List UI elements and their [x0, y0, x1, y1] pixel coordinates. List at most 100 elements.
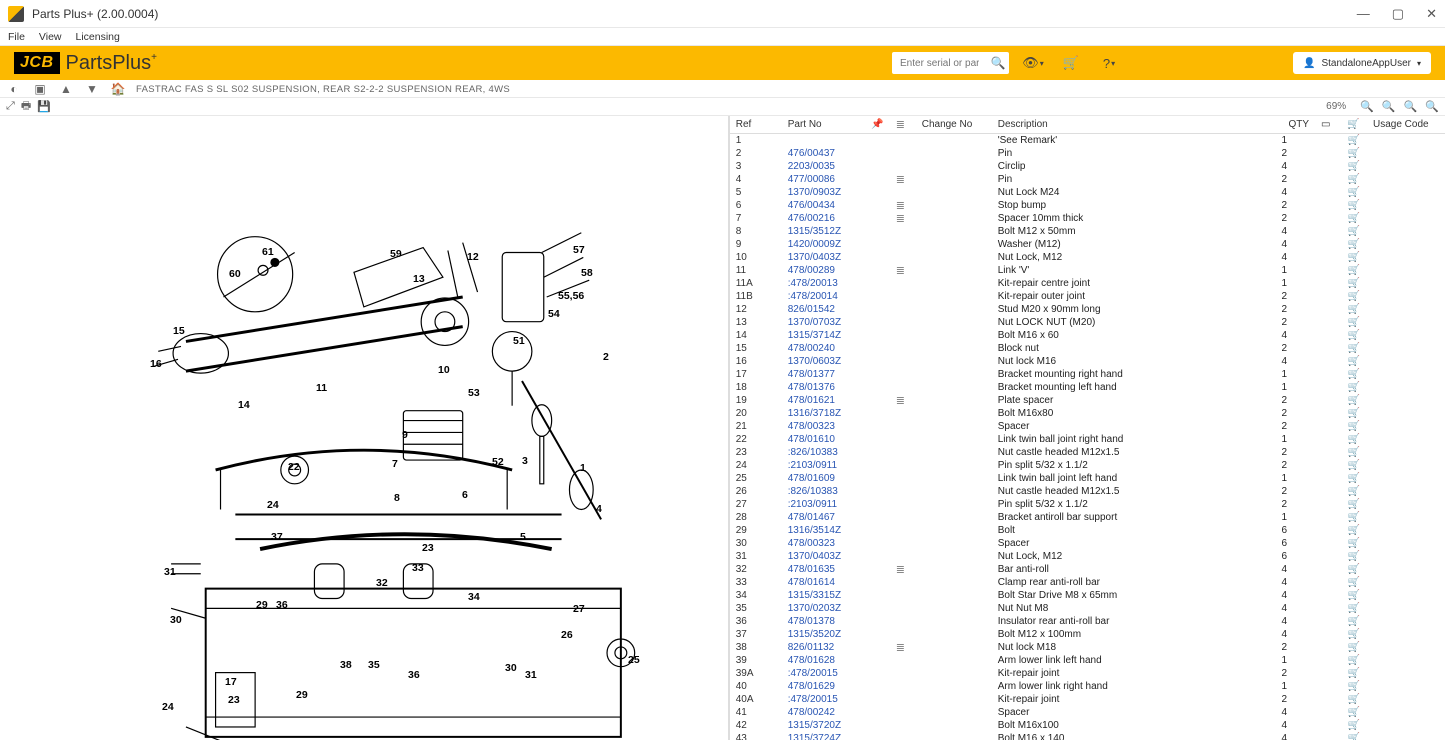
add-to-cart-icon[interactable]: 🛒 [1341, 602, 1367, 615]
table-row[interactable]: 30478/00323Spacer6🛒 [730, 537, 1445, 550]
cell-part[interactable]: :478/20015 [782, 693, 890, 706]
cell-part[interactable] [782, 134, 890, 147]
add-to-cart-icon[interactable]: 🛒 [1341, 329, 1367, 342]
add-to-cart-icon[interactable]: 🛒 [1341, 160, 1367, 173]
add-to-cart-icon[interactable]: 🛒 [1341, 719, 1367, 732]
add-to-cart-icon[interactable]: 🛒 [1341, 511, 1367, 524]
add-to-cart-icon[interactable]: 🛒 [1341, 472, 1367, 485]
callout-59[interactable]: 59 [390, 248, 402, 260]
add-to-cart-icon[interactable]: 🛒 [1341, 173, 1367, 186]
add-to-cart-icon[interactable]: 🛒 [1341, 407, 1367, 420]
table-row[interactable]: 23:826/10383Nut castle headed M12x1.52🛒 [730, 446, 1445, 459]
cell-part[interactable]: :2103/0911 [782, 459, 890, 472]
cell-part[interactable]: 2203/0035 [782, 160, 890, 173]
cell-part[interactable]: 1370/0403Z [782, 251, 890, 264]
breadcrumb[interactable]: FASTRAC [136, 84, 182, 95]
add-to-cart-icon[interactable]: 🛒 [1341, 420, 1367, 433]
col-usage[interactable]: Usage Code [1367, 116, 1445, 134]
callout-14[interactable]: 14 [238, 399, 250, 411]
breadcrumb[interactable]: S SL [207, 84, 228, 95]
minimize-button[interactable]: — [1357, 6, 1370, 22]
add-to-cart-icon[interactable]: 🛒 [1341, 251, 1367, 264]
callout-54[interactable]: 54 [548, 308, 560, 320]
diagram-pane[interactable]: 6160591257581355,56545121516105311149317… [0, 116, 730, 740]
add-to-cart-icon[interactable]: 🛒 [1341, 212, 1367, 225]
callout-37[interactable]: 37 [271, 531, 283, 543]
cell-part[interactable]: 478/01378 [782, 615, 890, 628]
table-row[interactable]: 291316/3514ZBolt6🛒 [730, 524, 1445, 537]
cell-part[interactable]: :478/20013 [782, 277, 890, 290]
table-row[interactable]: 38826/01132≣Nut lock M182🛒 [730, 641, 1445, 654]
callout-3[interactable]: 3 [522, 455, 528, 467]
cell-part[interactable]: :478/20014 [782, 290, 890, 303]
callout-23[interactable]: 23 [228, 694, 240, 706]
table-row[interactable]: 32478/01635≣Bar anti-roll4🛒 [730, 563, 1445, 576]
add-to-cart-icon[interactable]: 🛒 [1341, 641, 1367, 654]
table-row[interactable]: 311370/0403ZNut Lock, M126🛒 [730, 550, 1445, 563]
add-to-cart-icon[interactable]: 🛒 [1341, 316, 1367, 329]
add-to-cart-icon[interactable]: 🛒 [1341, 524, 1367, 537]
add-to-cart-icon[interactable]: 🛒 [1341, 147, 1367, 160]
callout-2[interactable]: 2 [603, 351, 609, 363]
table-row[interactable]: 161370/0603ZNut lock M164🛒 [730, 355, 1445, 368]
table-row[interactable]: 22478/01610Link twin ball joint right ha… [730, 433, 1445, 446]
table-row[interactable]: 24:2103/0911Pin split 5/32 x 1.1/22🛒 [730, 459, 1445, 472]
help-button[interactable]: ?▾ [1095, 52, 1123, 74]
breadcrumb[interactable]: S2-2-2 SUSPENSION REAR, 4WS [354, 84, 510, 95]
add-to-cart-icon[interactable]: 🛒 [1341, 732, 1367, 740]
callout-16[interactable]: 16 [150, 358, 162, 370]
add-to-cart-icon[interactable]: 🛒 [1341, 576, 1367, 589]
table-row[interactable]: 19478/01621≣Plate spacer2🛒 [730, 394, 1445, 407]
search-icon[interactable]: 🔍 [987, 52, 1009, 74]
callout-26[interactable]: 26 [561, 629, 573, 641]
callout-58[interactable]: 58 [581, 267, 593, 279]
add-to-cart-icon[interactable]: 🛒 [1341, 628, 1367, 641]
cell-part[interactable]: 1315/3720Z [782, 719, 890, 732]
expand-icon[interactable]: ⤢ [6, 100, 15, 113]
callout-9[interactable]: 9 [402, 429, 408, 441]
callout-31[interactable]: 31 [164, 566, 176, 578]
table-row[interactable]: 11A:478/20013Kit-repair centre joint1🛒 [730, 277, 1445, 290]
add-to-cart-icon[interactable]: 🛒 [1341, 134, 1367, 147]
table-row[interactable]: 40A:478/20015Kit-repair joint2🛒 [730, 693, 1445, 706]
add-to-cart-icon[interactable]: 🛒 [1341, 667, 1367, 680]
cell-part[interactable]: 1370/0403Z [782, 550, 890, 563]
callout-36[interactable]: 36 [408, 669, 420, 681]
callout-29[interactable]: 29 [296, 689, 308, 701]
breadcrumb[interactable]: FAS [185, 84, 204, 95]
cell-part[interactable]: :478/20015 [782, 667, 890, 680]
callout-33[interactable]: 33 [412, 562, 424, 574]
table-row[interactable]: 25478/01609Link twin ball joint left han… [730, 472, 1445, 485]
table-row[interactable]: 421315/3720ZBolt M16x1004🛒 [730, 719, 1445, 732]
table-row[interactable]: 26:826/10383Nut castle headed M12x1.52🛒 [730, 485, 1445, 498]
callout-34[interactable]: 34 [468, 591, 480, 603]
add-to-cart-icon[interactable]: 🛒 [1341, 680, 1367, 693]
table-row[interactable]: 12826/01542Stud M20 x 90mm long2🛒 [730, 303, 1445, 316]
cell-part[interactable]: 1316/3514Z [782, 524, 890, 537]
add-to-cart-icon[interactable]: 🛒 [1341, 433, 1367, 446]
col-change[interactable]: Change No [916, 116, 992, 134]
add-to-cart-icon[interactable]: 🛒 [1341, 238, 1367, 251]
cell-part[interactable]: 478/01609 [782, 472, 890, 485]
table-row[interactable]: 32203/0035Circlip4🛒 [730, 160, 1445, 173]
help-icon[interactable]: ◐ [6, 81, 22, 97]
callout-30[interactable]: 30 [170, 614, 182, 626]
callout-17[interactable]: 17 [225, 676, 237, 688]
callout-23[interactable]: 23 [422, 542, 434, 554]
zoom-out-icon[interactable]: 🔍 [1382, 100, 1396, 113]
cell-part[interactable]: 1316/3718Z [782, 407, 890, 420]
cell-part[interactable]: 476/00216 [782, 212, 890, 225]
callout-36[interactable]: 36 [276, 599, 288, 611]
callout-11[interactable]: 11 [316, 382, 327, 394]
add-to-cart-icon[interactable]: 🛒 [1341, 550, 1367, 563]
add-to-cart-icon[interactable]: 🛒 [1341, 485, 1367, 498]
add-to-cart-icon[interactable]: 🛒 [1341, 563, 1367, 576]
cell-part[interactable]: 478/01467 [782, 511, 890, 524]
table-row[interactable]: 1'See Remark'1🛒 [730, 134, 1445, 147]
add-to-cart-icon[interactable]: 🛒 [1341, 706, 1367, 719]
table-row[interactable]: 27:2103/0911Pin split 5/32 x 1.1/22🛒 [730, 498, 1445, 511]
cell-part[interactable]: 478/01628 [782, 654, 890, 667]
add-to-cart-icon[interactable]: 🛒 [1341, 225, 1367, 238]
cell-part[interactable]: 478/00289 [782, 264, 890, 277]
add-to-cart-icon[interactable]: 🛒 [1341, 537, 1367, 550]
